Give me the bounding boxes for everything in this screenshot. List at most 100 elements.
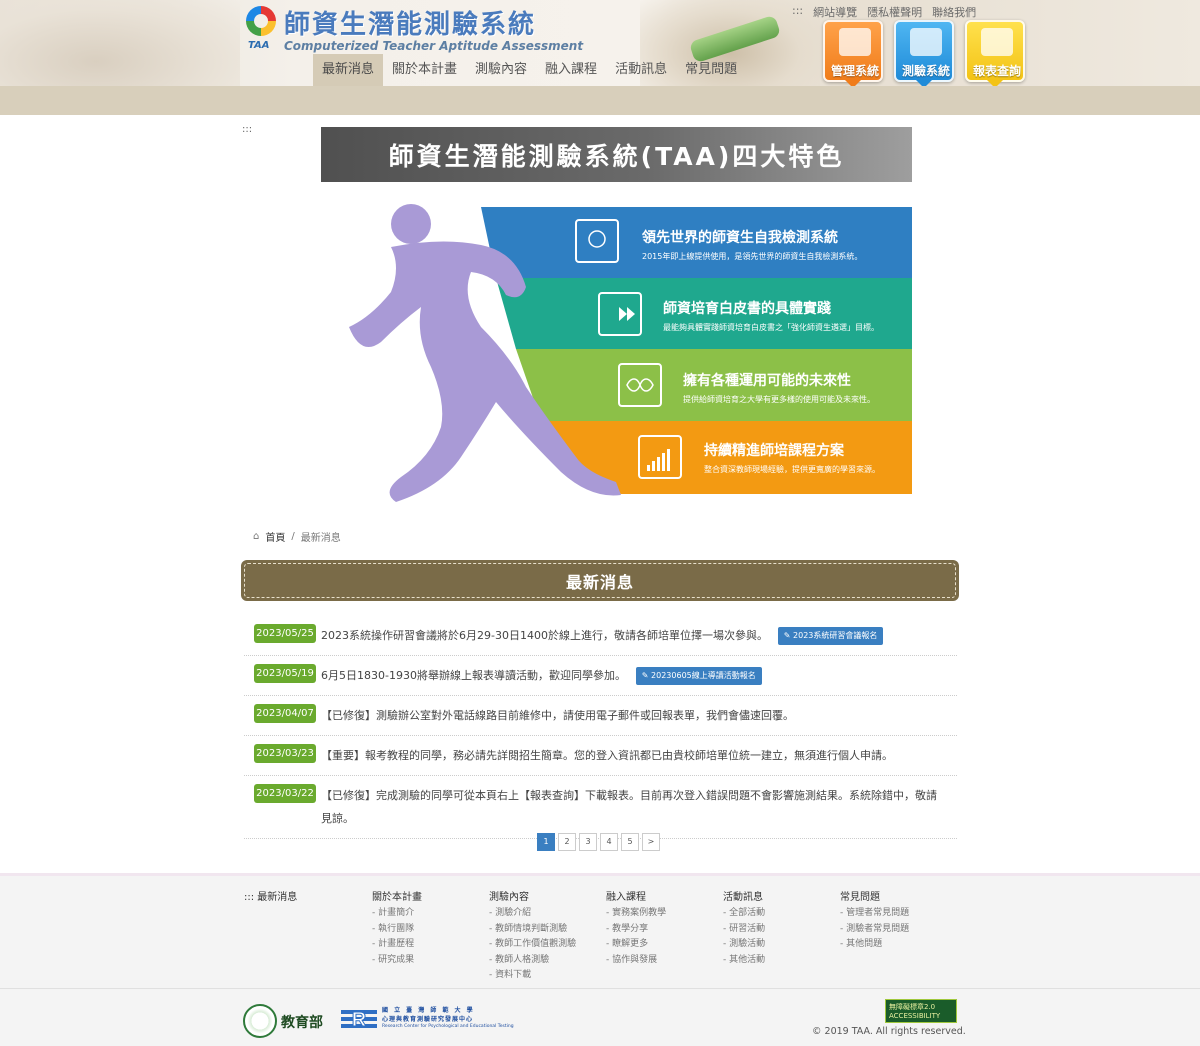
feature-1-title: 領先世界的師資生自我檢測系統	[642, 230, 838, 246]
breadcrumb: ⌂ 首頁 / 最新消息	[253, 529, 341, 544]
ntnu-line3: Research Center for Psychological and Ed…	[382, 1024, 514, 1029]
news-register-button[interactable]: ✎ 2023系統研習會議報名	[777, 626, 884, 645]
footer-heading-news[interactable]: ::: 最新消息	[244, 888, 297, 903]
top-link-sitemap[interactable]: 網站導覽	[813, 4, 857, 20]
section-title: 最新消息	[565, 573, 634, 592]
logo-abbr: TAA	[248, 40, 270, 51]
news-text[interactable]: 【重要】報考教程的同學，務必請先詳閱招生簡章。您的登入資訊都已由貴校師培單位統一…	[321, 749, 893, 762]
footer-link[interactable]: - 協作與發展	[606, 953, 666, 969]
footer-link[interactable]: - 研習活動	[723, 922, 765, 938]
footer-link[interactable]: - 資料下載	[489, 968, 576, 984]
page-2[interactable]: 2	[558, 833, 576, 851]
top-links: ::: 網站導覽 隱私權聲明 聯絡我們	[792, 4, 976, 20]
news-item: 2023/04/07 【已修復】測驗辦公室對外電話線路目前維修中，請使用電子郵件…	[244, 696, 957, 736]
news-text[interactable]: 6月5日1830-1930將舉辦線上報表導讀活動，歡迎同學參加。	[321, 669, 626, 682]
footer-heading-tests[interactable]: 測驗內容	[489, 888, 576, 903]
feature-1-desc: 2015年即上線提供使用，是領先世界的師資生自我檢測系統。	[642, 252, 863, 261]
moe-label[interactable]: 教育部	[281, 1012, 323, 1032]
management-system-button[interactable]: 管理系統	[823, 20, 883, 88]
page-4[interactable]: 4	[600, 833, 618, 851]
footer-heading-faq[interactable]: 常見問題	[840, 888, 909, 903]
footer-link[interactable]: - 計畫歷程	[372, 937, 422, 953]
top-link-privacy[interactable]: 隱私權聲明	[867, 4, 922, 20]
footer-heading-about[interactable]: 關於本計畫	[372, 888, 422, 903]
page-5[interactable]: 5	[621, 833, 639, 851]
footer-link[interactable]: - 管理者常見問題	[840, 906, 909, 922]
news-date: 2023/03/22	[254, 784, 316, 803]
top-link-contact[interactable]: 聯絡我們	[932, 4, 976, 20]
nav-item-faq[interactable]: 常見問題	[676, 54, 746, 86]
news-text[interactable]: 2023系統操作研習會議將於6月29-30日1400於線上進行，敬請各師培單位擇…	[321, 629, 768, 642]
nav-item-about[interactable]: 關於本計畫	[383, 54, 466, 86]
site-header: TAA 師資生潛能測驗系統 Computerized Teacher Aptit…	[0, 0, 1200, 88]
footer-link[interactable]: - 全部活動	[723, 906, 765, 922]
news-item: 2023/03/22 【已修復】完成測驗的同學可從本頁右上【報表查詢】下載報表。…	[244, 776, 957, 839]
footer-col-about: 關於本計畫 - 計畫簡介 - 執行團隊 - 計畫歷程 - 研究成果	[372, 888, 422, 968]
test-system-button[interactable]: 測驗系統	[894, 20, 954, 88]
news-item: 2023/05/25 2023系統操作研習會議將於6月29-30日1400於線上…	[244, 616, 957, 656]
footer-link[interactable]: - 執行團隊	[372, 922, 422, 938]
clipboard-pen-icon	[910, 28, 942, 56]
top-accesskey[interactable]: :::	[792, 4, 803, 20]
logo-title-zh: 師資生潛能測驗系統	[284, 10, 537, 40]
footer-link[interactable]: - 計畫簡介	[372, 906, 422, 922]
footer-col-courses: 融入課程 - 實務案例教學 - 教學分享 - 瞭解更多 - 協作與發展	[606, 888, 666, 968]
footer-link[interactable]: - 測驗活動	[723, 937, 765, 953]
footer-link[interactable]: - 教師工作價值觀測驗	[489, 937, 576, 953]
footer-link[interactable]: - 教學分享	[606, 922, 666, 938]
home-icon: ⌂	[253, 531, 260, 542]
ntnu-line1: 國 立 臺 灣 師 範 大 學	[382, 1007, 475, 1014]
main-nav: 最新消息 關於本計畫 測驗內容 融入課程 活動訊息 常見問題	[313, 54, 746, 86]
news-date: 2023/04/07	[254, 704, 316, 723]
pagination: 1 2 3 4 5 >	[537, 833, 660, 851]
report-map-icon	[981, 28, 1013, 56]
footer-link[interactable]: - 實務案例教學	[606, 906, 666, 922]
site-logo[interactable]: TAA 師資生潛能測驗系統 Computerized Teacher Aptit…	[246, 4, 583, 53]
news-item: 2023/03/23 【重要】報考教程的同學，務必請先詳閱招生簡章。您的登入資訊…	[244, 736, 957, 776]
management-system-label: 管理系統	[830, 64, 879, 78]
footer-link[interactable]: - 教師人格測驗	[489, 953, 576, 969]
sub-nav-bar	[0, 86, 1200, 115]
footer-heading-events[interactable]: 活動訊息	[723, 888, 765, 903]
footer-link[interactable]: - 測驗者常見問題	[840, 922, 909, 938]
nav-item-courses[interactable]: 融入課程	[536, 54, 606, 86]
page-next[interactable]: >	[642, 833, 660, 851]
nav-item-events[interactable]: 活動訊息	[606, 54, 676, 86]
feature-2-title: 師資培育白皮書的具體實踐	[663, 301, 831, 317]
nav-item-tests[interactable]: 測驗內容	[466, 54, 536, 86]
ntnu-rcpet-logo-icon[interactable]: R	[341, 1006, 377, 1032]
footer-link[interactable]: - 教師情境判斷測驗	[489, 922, 576, 938]
page-3[interactable]: 3	[579, 833, 597, 851]
footer-link[interactable]: - 研究成果	[372, 953, 422, 969]
news-text[interactable]: 【已修復】完成測驗的同學可從本頁右上【報表查詢】下載報表。目前再次登入錯誤問題不…	[321, 789, 937, 825]
accessibility-badge[interactable]: 無障礙標章2.0 ACCESSIBILITY	[885, 999, 957, 1023]
news-text[interactable]: 【已修復】測驗辦公室對外電話線路目前維修中，請使用電子郵件或回報表單，我們會儘速…	[321, 709, 794, 722]
report-query-button[interactable]: 報表查詢	[965, 20, 1025, 88]
footer-link[interactable]: - 其他問題	[840, 937, 909, 953]
svg-text:R: R	[352, 1009, 367, 1031]
footer-heading-courses[interactable]: 融入課程	[606, 888, 666, 903]
footer-col-tests: 測驗內容 - 測驗介紹 - 教師情境判斷測驗 - 教師工作價值觀測驗 - 教師人…	[489, 888, 576, 984]
moe-seal-icon[interactable]	[243, 1004, 277, 1038]
news-button-label: 2023系統研習會議報名	[793, 630, 878, 640]
site-footer: ::: 最新消息 關於本計畫 - 計畫簡介 - 執行團隊 - 計畫歷程 - 研究…	[0, 873, 1200, 1046]
copyright: © 2019 TAA. All rights reserved.	[812, 1026, 966, 1037]
footer-link[interactable]: - 瞭解更多	[606, 937, 666, 953]
news-register-button[interactable]: ✎ 20230605線上導讀活動報名	[635, 666, 762, 685]
footer-link[interactable]: - 其他活動	[723, 953, 765, 969]
footer-col-events: 活動訊息 - 全部活動 - 研習活動 - 測驗活動 - 其他活動	[723, 888, 765, 968]
test-system-label: 測驗系統	[901, 64, 950, 78]
breadcrumb-current: 最新消息	[300, 533, 341, 544]
feature-3-title: 擁有各種運用可能的未來性	[683, 373, 851, 389]
news-date: 2023/03/23	[254, 744, 316, 763]
breadcrumb-separator: /	[291, 531, 295, 542]
footer-link[interactable]: - 測驗介紹	[489, 906, 576, 922]
accesskey-marker[interactable]: :::	[242, 124, 252, 135]
page-1[interactable]: 1	[537, 833, 555, 851]
news-item: 2023/05/19 6月5日1830-1930將舉辦線上報表導讀活動，歡迎同學…	[244, 656, 957, 696]
breadcrumb-home[interactable]: 首頁	[265, 529, 285, 544]
logo-icon	[246, 6, 276, 36]
logo-title-en: Computerized Teacher Aptitude Assessment	[284, 39, 584, 53]
nav-item-news[interactable]: 最新消息	[313, 54, 384, 86]
feature-4-desc: 整合資深教師現場經驗，提供更寬廣的學習來源。	[704, 465, 880, 474]
